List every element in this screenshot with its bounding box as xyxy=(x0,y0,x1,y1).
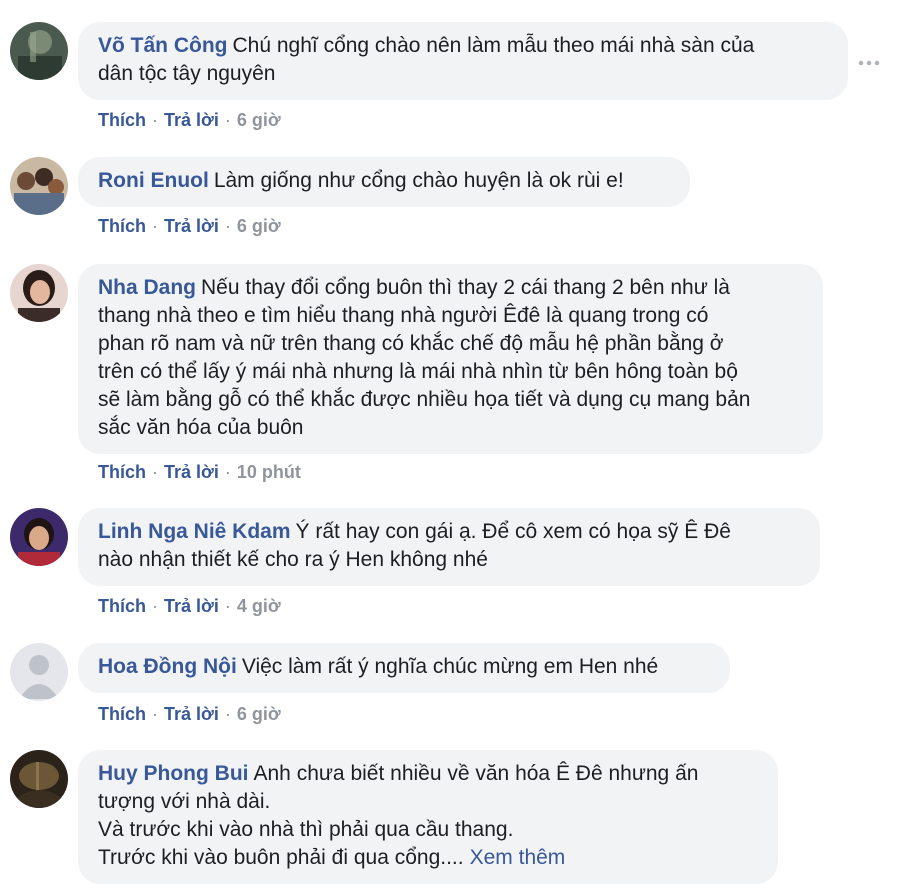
separator: · xyxy=(152,110,158,130)
comment-bubble: Huy Phong Bui Anh chưa biết nhiều về văn … xyxy=(78,750,778,884)
like-link[interactable]: Thích xyxy=(98,216,146,236)
comment-author[interactable]: Nha Dang xyxy=(98,276,196,299)
reply-link[interactable]: Trả lời xyxy=(164,704,219,724)
comment-actions: Thích · Trả lời · 6 giờ xyxy=(98,216,281,237)
comment-time[interactable]: 4 giờ xyxy=(237,596,281,616)
separator: · xyxy=(224,596,231,616)
reply-link[interactable]: Trả lời xyxy=(164,596,219,616)
reply-link[interactable]: Trả lời xyxy=(164,462,219,482)
reply-link[interactable]: Trả lời xyxy=(164,216,219,236)
comment-bubble: Roni Enuol Làm giống như cổng chào huyện … xyxy=(78,157,690,207)
like-link[interactable]: Thích xyxy=(98,462,146,482)
comment-actions: Thích · Trả lời · 6 giờ xyxy=(98,110,281,131)
comment-author[interactable]: Huy Phong Bui xyxy=(98,762,249,785)
comment-author[interactable]: Hoa Đồng Nội xyxy=(98,655,237,678)
separator: · xyxy=(152,704,158,724)
comment-time[interactable]: 6 giờ xyxy=(237,216,281,236)
separator: · xyxy=(224,462,231,482)
like-link[interactable]: Thích xyxy=(98,704,146,724)
comment-actions: Thích · Trả lời · 4 giờ xyxy=(98,596,281,617)
separator: · xyxy=(152,462,158,482)
comment-author[interactable]: Linh Nga Niê Kdam xyxy=(98,520,291,543)
avatar[interactable] xyxy=(10,643,68,701)
comment-text: Nếu thay đổi cổng buôn thì thay 2 cái th… xyxy=(98,276,751,439)
more-options-icon[interactable] xyxy=(856,57,882,69)
comment-bubble: Nha Dang Nếu thay đổi cổng buôn thì thay … xyxy=(78,264,823,454)
avatar[interactable] xyxy=(10,264,68,322)
avatar[interactable] xyxy=(10,22,68,80)
comment-author[interactable]: Roni Enuol xyxy=(98,169,209,192)
comment-bubble: Hoa Đồng Nội Việc làm rất ý nghĩa chúc mừ… xyxy=(78,643,730,693)
comment-actions: Thích · Trả lời · 6 giờ xyxy=(98,704,281,725)
like-link[interactable]: Thích xyxy=(98,596,146,616)
comment-text: Việc làm rất ý nghĩa chúc mừng em Hen nh… xyxy=(241,655,659,678)
avatar[interactable] xyxy=(10,750,68,808)
comment-bubble: Võ Tấn Công Chú nghĩ cổng chào nên làm mẫ… xyxy=(78,22,848,100)
comment-author[interactable]: Võ Tấn Công xyxy=(98,34,228,57)
see-more-link[interactable]: Xem thêm xyxy=(470,846,566,869)
separator: · xyxy=(224,216,231,236)
like-link[interactable]: Thích xyxy=(98,110,146,130)
comment-actions: Thích · Trả lời · 10 phút xyxy=(98,462,301,483)
comment-text: Làm giống như cổng chào huyện là ok rùi … xyxy=(213,169,624,192)
avatar[interactable] xyxy=(10,157,68,215)
comment-time[interactable]: 10 phút xyxy=(237,462,301,482)
reply-link[interactable]: Trả lời xyxy=(164,110,219,130)
comment-time[interactable]: 6 giờ xyxy=(237,110,281,130)
separator: · xyxy=(152,216,158,236)
separator: · xyxy=(152,596,158,616)
comment-time[interactable]: 6 giờ xyxy=(237,704,281,724)
separator: · xyxy=(224,704,231,724)
comment-bubble: Linh Nga Niê Kdam Ý rất hay con gái ạ. Để… xyxy=(78,508,820,586)
separator: · xyxy=(224,110,231,130)
avatar[interactable] xyxy=(10,508,68,566)
